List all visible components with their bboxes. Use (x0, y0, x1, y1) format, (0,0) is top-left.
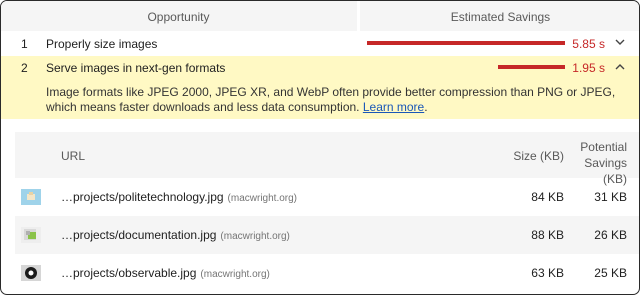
learn-more-link[interactable]: Learn more (363, 100, 424, 114)
savings-bar (367, 41, 565, 45)
chevron-down-icon[interactable] (613, 35, 627, 49)
url-domain: (macwright.org) (200, 269, 270, 280)
resource-url[interactable]: …projects/politetechnology.jpg (macwright… (61, 190, 297, 204)
url-path: …projects/observable.jpg (61, 266, 197, 280)
resource-url[interactable]: …projects/documentation.jpg (macwright.or… (61, 228, 290, 242)
thumbnail-observable-icon (21, 265, 41, 281)
opportunity-index: 2 (21, 61, 28, 75)
opportunity-column-header: Opportunity (147, 10, 210, 24)
savings-value: 5.85 s (572, 37, 605, 51)
potential-savings: 31 KB (594, 190, 627, 204)
potential-savings: 26 KB (594, 228, 627, 242)
savings-value: 1.95 s (572, 61, 605, 75)
chevron-up-icon[interactable] (613, 60, 627, 74)
opportunity-row-properly-size-images[interactable]: 1 Properly size images 5.85 s (1, 31, 639, 56)
url-path: …projects/documentation.jpg (61, 228, 217, 242)
potential-savings-line1: Potential (580, 140, 627, 154)
table-row: …projects/politetechnology.jpg (macwright… (15, 178, 639, 216)
url-table-header: URL Size (KB) Potential Savings (KB) (15, 132, 639, 186)
table-header: Opportunity Estimated Savings (1, 1, 639, 31)
opportunity-panel: Opportunity Estimated Savings 1 Properly… (0, 0, 640, 295)
table-row: …projects/documentation.jpg (macwright.or… (15, 216, 639, 254)
opportunity-title: Serve images in next-gen formats (46, 61, 226, 75)
opportunity-title: Properly size images (46, 37, 158, 51)
thumbnail-documentation-icon (21, 227, 41, 243)
resource-url[interactable]: …projects/observable.jpg (macwright.org) (61, 266, 270, 280)
estimated-savings-column-header: Estimated Savings (450, 10, 551, 24)
resource-size: 84 KB (531, 190, 564, 204)
resource-size: 88 KB (531, 228, 564, 242)
url-column-header: URL (61, 149, 86, 163)
description-text: Image formats like JPEG 2000, JPEG XR, a… (46, 85, 616, 114)
url-domain: (macwright.org) (227, 193, 298, 204)
opportunity-index: 1 (21, 37, 28, 51)
table-row: …projects/observable.jpg (macwright.org) … (15, 254, 639, 292)
thumbnail-politetechnology-icon (21, 189, 41, 205)
url-path: …projects/politetechnology.jpg (61, 190, 224, 204)
opportunity-row-next-gen-formats[interactable]: 2 Serve images in next-gen formats 1.95 … (1, 56, 639, 119)
savings-bar (498, 65, 565, 69)
url-domain: (macwright.org) (220, 231, 290, 242)
resource-size: 63 KB (531, 266, 564, 280)
opportunity-description: Image formats like JPEG 2000, JPEG XR, a… (46, 85, 631, 115)
potential-savings: 25 KB (594, 266, 627, 280)
description-end: . (424, 100, 428, 114)
